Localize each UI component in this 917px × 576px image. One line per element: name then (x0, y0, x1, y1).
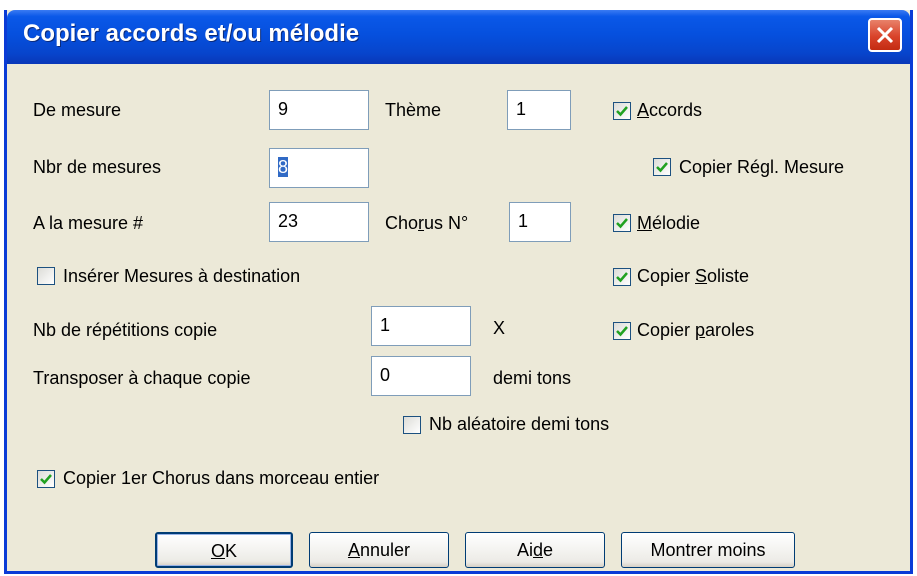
inserer-label: Insérer Mesures à destination (63, 266, 301, 286)
dialog-content: De mesure 9 Thème 1 Accords Nbr de mesur… (7, 64, 910, 574)
aide-button[interactable]: Aide (465, 532, 605, 568)
checkmark-icon (616, 326, 628, 337)
theme-label: Thème (385, 100, 442, 120)
annuler-button[interactable]: Annuler (309, 532, 449, 568)
copier-soliste-label: Copier Soliste (637, 266, 750, 286)
dialog-title: Copier accords et/ou mélodie (23, 20, 360, 47)
checkmark-icon (40, 474, 52, 485)
dialog-window: Copier accords et/ou mélodie De mesure 9… (4, 10, 913, 574)
melodie-label: Mélodie (637, 213, 701, 233)
theme-input[interactable]: 1 (507, 90, 571, 130)
checkmark-icon (616, 218, 628, 229)
copier-chorus-label: Copier 1er Chorus dans morceau entier (63, 468, 380, 488)
melodie-checkbox[interactable] (613, 214, 631, 232)
checkmark-icon (616, 272, 628, 283)
copier-soliste-checkbox[interactable] (613, 268, 631, 286)
montrer-moins-button[interactable]: Montrer moins (621, 532, 795, 568)
checkmark-icon (656, 162, 668, 173)
nbr-mesures-input[interactable]: 8 (269, 148, 369, 188)
copier-regl-label: Copier Régl. Mesure (679, 157, 845, 177)
transposer-label: Transposer à chaque copie (33, 368, 251, 388)
a-la-mesure-label: A la mesure # (33, 213, 144, 233)
close-icon (876, 26, 894, 44)
ok-button[interactable]: OK (155, 532, 293, 568)
inserer-checkbox[interactable] (37, 267, 55, 285)
copier-chorus-checkbox[interactable] (37, 470, 55, 488)
copier-paroles-checkbox[interactable] (613, 322, 631, 340)
a-la-mesure-input[interactable]: 23 (269, 202, 369, 242)
copier-regl-checkbox[interactable] (653, 158, 671, 176)
de-mesure-label: De mesure (33, 100, 122, 120)
copier-paroles-label: Copier paroles (637, 320, 755, 340)
nbr-mesures-label: Nbr de mesures (33, 157, 162, 177)
accords-label: Accords (637, 100, 703, 120)
transposer-suffix: demi tons (493, 368, 572, 388)
close-button[interactable] (868, 18, 902, 52)
checkmark-icon (616, 106, 628, 117)
accords-checkbox[interactable] (613, 102, 631, 120)
repetitions-label: Nb de répétitions copie (33, 320, 218, 340)
aleatoire-label: Nb aléatoire demi tons (429, 414, 610, 434)
aleatoire-checkbox[interactable] (403, 416, 421, 434)
repetitions-suffix: X (493, 318, 506, 338)
transposer-input[interactable]: 0 (371, 356, 471, 396)
title-bar[interactable]: Copier accords et/ou mélodie (7, 10, 910, 64)
chorus-no-input[interactable]: 1 (509, 202, 571, 242)
chorus-no-label: Chorus N° (385, 213, 469, 233)
de-mesure-input[interactable]: 9 (269, 90, 369, 130)
repetitions-input[interactable]: 1 (371, 306, 471, 346)
